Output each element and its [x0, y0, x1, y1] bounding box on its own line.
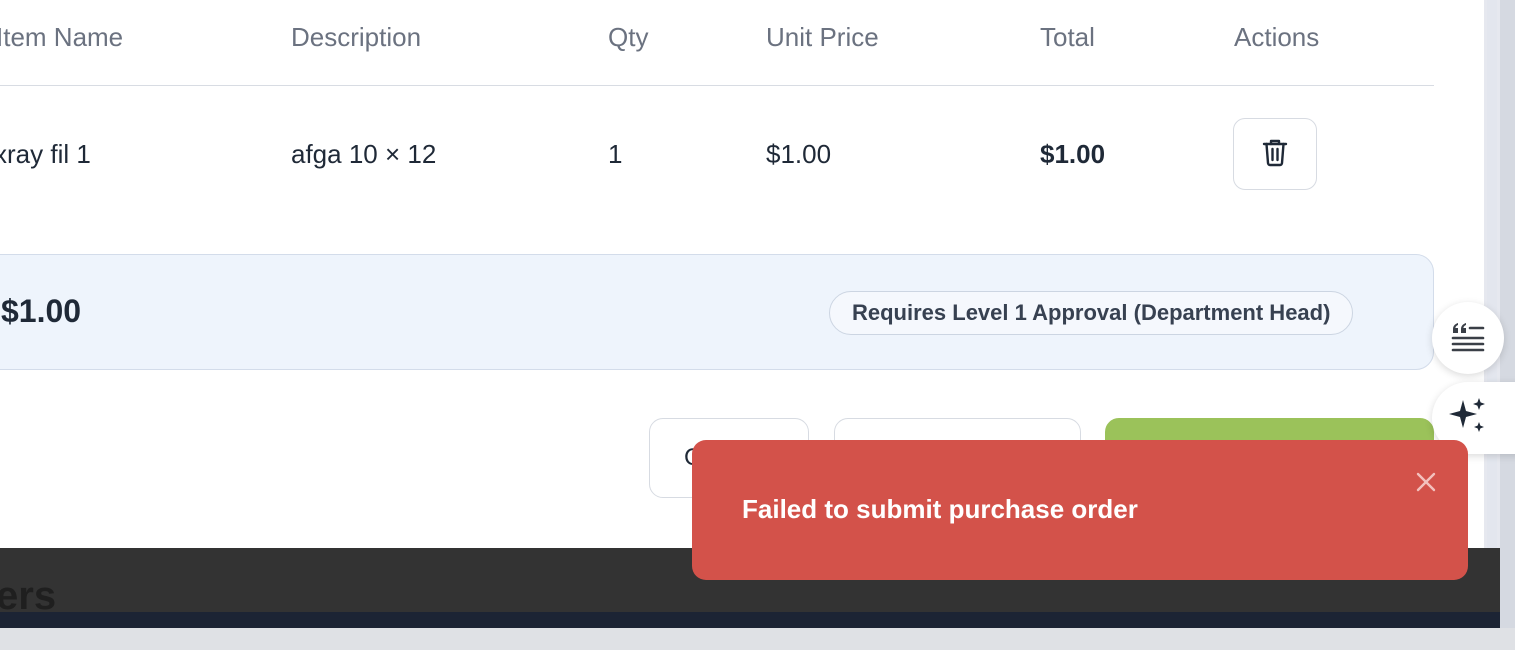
header-total: Total — [1040, 22, 1095, 52]
table-header: Item Name Description Qty Unit Price Tot… — [0, 0, 1434, 86]
error-toast: Failed to submit purchase order — [692, 440, 1468, 580]
close-icon — [1415, 471, 1437, 498]
approval-level-badge: Requires Level 1 Approval (Department He… — [829, 291, 1354, 335]
header-item-name: Item Name — [0, 22, 124, 52]
header-actions: Actions — [1234, 22, 1320, 52]
bottom-bar — [0, 628, 1515, 650]
header-qty: Qty — [608, 22, 649, 52]
cell-description: afga 10 × 12 — [291, 139, 437, 169]
grand-total: $1.00 — [1, 293, 82, 329]
cell-qty: 1 — [608, 139, 623, 169]
header-description: Description — [291, 22, 422, 52]
screen: Item Name Description Qty Unit Price Tot… — [0, 0, 1515, 650]
scrollbar-thumb[interactable] — [1487, 0, 1497, 548]
trash-icon — [1261, 137, 1289, 172]
order-summary: $1.00 Requires Level 1 Approval (Departm… — [0, 254, 1434, 370]
background-page-heading: ers — [0, 574, 57, 618]
window-edge — [1500, 0, 1515, 650]
cell-unit-price: $1.00 — [766, 139, 832, 169]
cell-item-name: xray fil 1 — [0, 139, 91, 169]
cell-total: $1.00 — [1040, 139, 1106, 169]
toast-message: Failed to submit purchase order — [742, 494, 1138, 524]
modal-scrollbar[interactable] — [1484, 0, 1500, 548]
quote-list-icon — [1450, 320, 1486, 357]
notes-float-button[interactable] — [1432, 302, 1504, 374]
toast-close-button[interactable] — [1410, 468, 1442, 500]
sparkles-icon — [1448, 396, 1488, 441]
delete-item-button[interactable] — [1233, 118, 1317, 190]
header-unit-price: Unit Price — [766, 22, 879, 52]
